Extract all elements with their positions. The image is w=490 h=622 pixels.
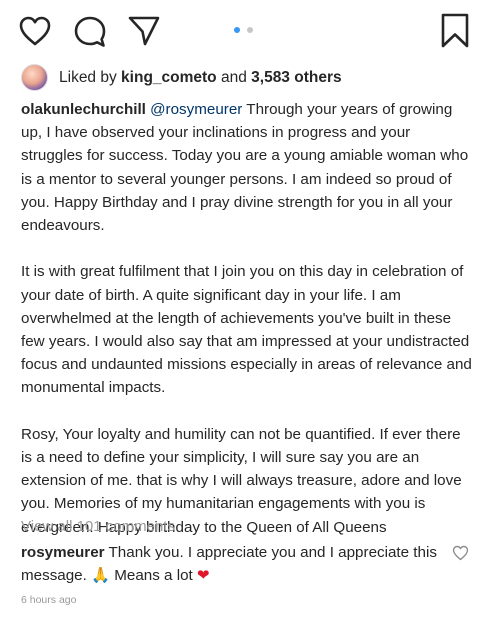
avatar[interactable] — [21, 64, 48, 91]
likes-joiner: and — [216, 69, 252, 86]
likes-row: Liked by king_cometo and 3,583 others — [21, 64, 471, 94]
comment-author[interactable]: rosymeurer — [21, 544, 105, 561]
view-all-comments-link[interactable]: View all 101 comments — [21, 518, 175, 535]
post-timestamp: 6 hours ago — [21, 594, 77, 606]
likes-count[interactable]: 3,583 others — [251, 69, 341, 86]
liker-username[interactable]: king_cometo — [121, 69, 217, 86]
caption-paragraph: It is with great fulfilment that I join … — [21, 263, 472, 397]
bookmark-icon[interactable] — [439, 13, 471, 49]
caption-paragraph: olakunlechurchill @rosymeurer Through yo… — [21, 98, 473, 237]
comment-text-tail: Means a lot — [110, 567, 197, 585]
caption-mention[interactable]: @rosymeurer — [150, 101, 242, 118]
paper-plane-icon[interactable] — [127, 15, 161, 47]
comment: rosymeurer Thank you. I appreciate you a… — [21, 541, 451, 587]
post-action-bar — [0, 0, 490, 62]
carousel-dot-active — [234, 27, 240, 33]
comment-heart-outline-icon[interactable] — [452, 545, 469, 566]
post-caption: olakunlechurchill @rosymeurer Through yo… — [21, 98, 473, 539]
heart-outline-icon[interactable] — [18, 15, 52, 47]
red-heart-emoji: ❤ — [196, 567, 210, 585]
caption-author[interactable]: olakunlechurchill — [21, 101, 146, 118]
likes-prefix: Liked by — [59, 69, 122, 86]
caption-text: Through your years of growing up, I have… — [21, 101, 469, 235]
folded-hands-emoji: 🙏 — [91, 567, 110, 585]
speech-bubble-icon[interactable] — [73, 15, 107, 49]
carousel-dot — [247, 27, 253, 33]
likes-summary[interactable]: Liked by king_cometo and 3,583 others — [59, 69, 342, 87]
